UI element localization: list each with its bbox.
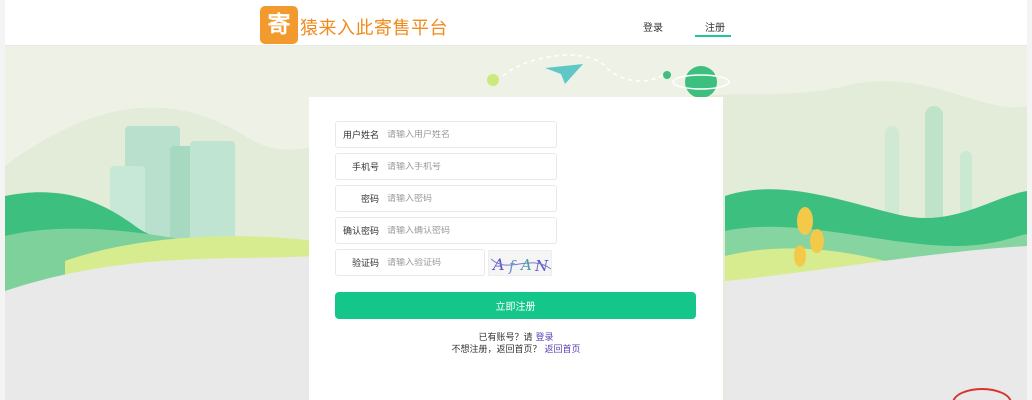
password-input[interactable] — [383, 193, 543, 204]
nav-login-link[interactable]: 登录 — [643, 19, 663, 34]
username-input[interactable] — [383, 129, 543, 140]
password-label: 密码 — [360, 195, 379, 205]
confirm-password-row: 确认密码 — [335, 217, 557, 244]
no-register-text: 不想注册，返回首页？ — [451, 345, 542, 355]
phone-input[interactable] — [383, 161, 543, 172]
nav-register-link[interactable]: 注册 — [705, 19, 725, 34]
password-row: 密码 — [335, 185, 557, 212]
register-card: 用户姓名 手机号 密码 确认密码 验证码 A f A N 立即注册 已有账号？请… — [309, 97, 723, 400]
svg-text:f: f — [508, 257, 517, 275]
active-nav-indicator — [695, 35, 731, 37]
app-title[interactable]: 猿来入此寄售平台 — [300, 14, 448, 40]
captcha-image[interactable]: A f A N — [488, 250, 552, 276]
captcha-image-graphic: A f A N — [490, 255, 552, 275]
logo-icon[interactable]: 寄 — [260, 6, 298, 44]
register-submit-button[interactable]: 立即注册 — [335, 292, 696, 319]
home-hint: 不想注册，返回首页？ 返回首页 — [309, 342, 723, 355]
top-header: 寄 猿来入此寄售平台 登录 注册 — [5, 0, 1027, 46]
confirm-password-input[interactable] — [383, 225, 543, 236]
svg-text:A: A — [519, 256, 532, 274]
phone-row: 手机号 — [335, 153, 557, 180]
logo-glyph: 寄 — [267, 11, 291, 38]
phone-label: 手机号 — [351, 163, 379, 173]
username-row: 用户姓名 — [335, 121, 557, 148]
confirm-password-label: 确认密码 — [342, 227, 379, 237]
captcha-input[interactable] — [383, 257, 478, 268]
captcha-row: 验证码 — [335, 249, 485, 276]
username-label: 用户姓名 — [342, 131, 379, 141]
home-link[interactable]: 返回首页 — [544, 345, 580, 355]
captcha-label: 验证码 — [351, 259, 379, 269]
